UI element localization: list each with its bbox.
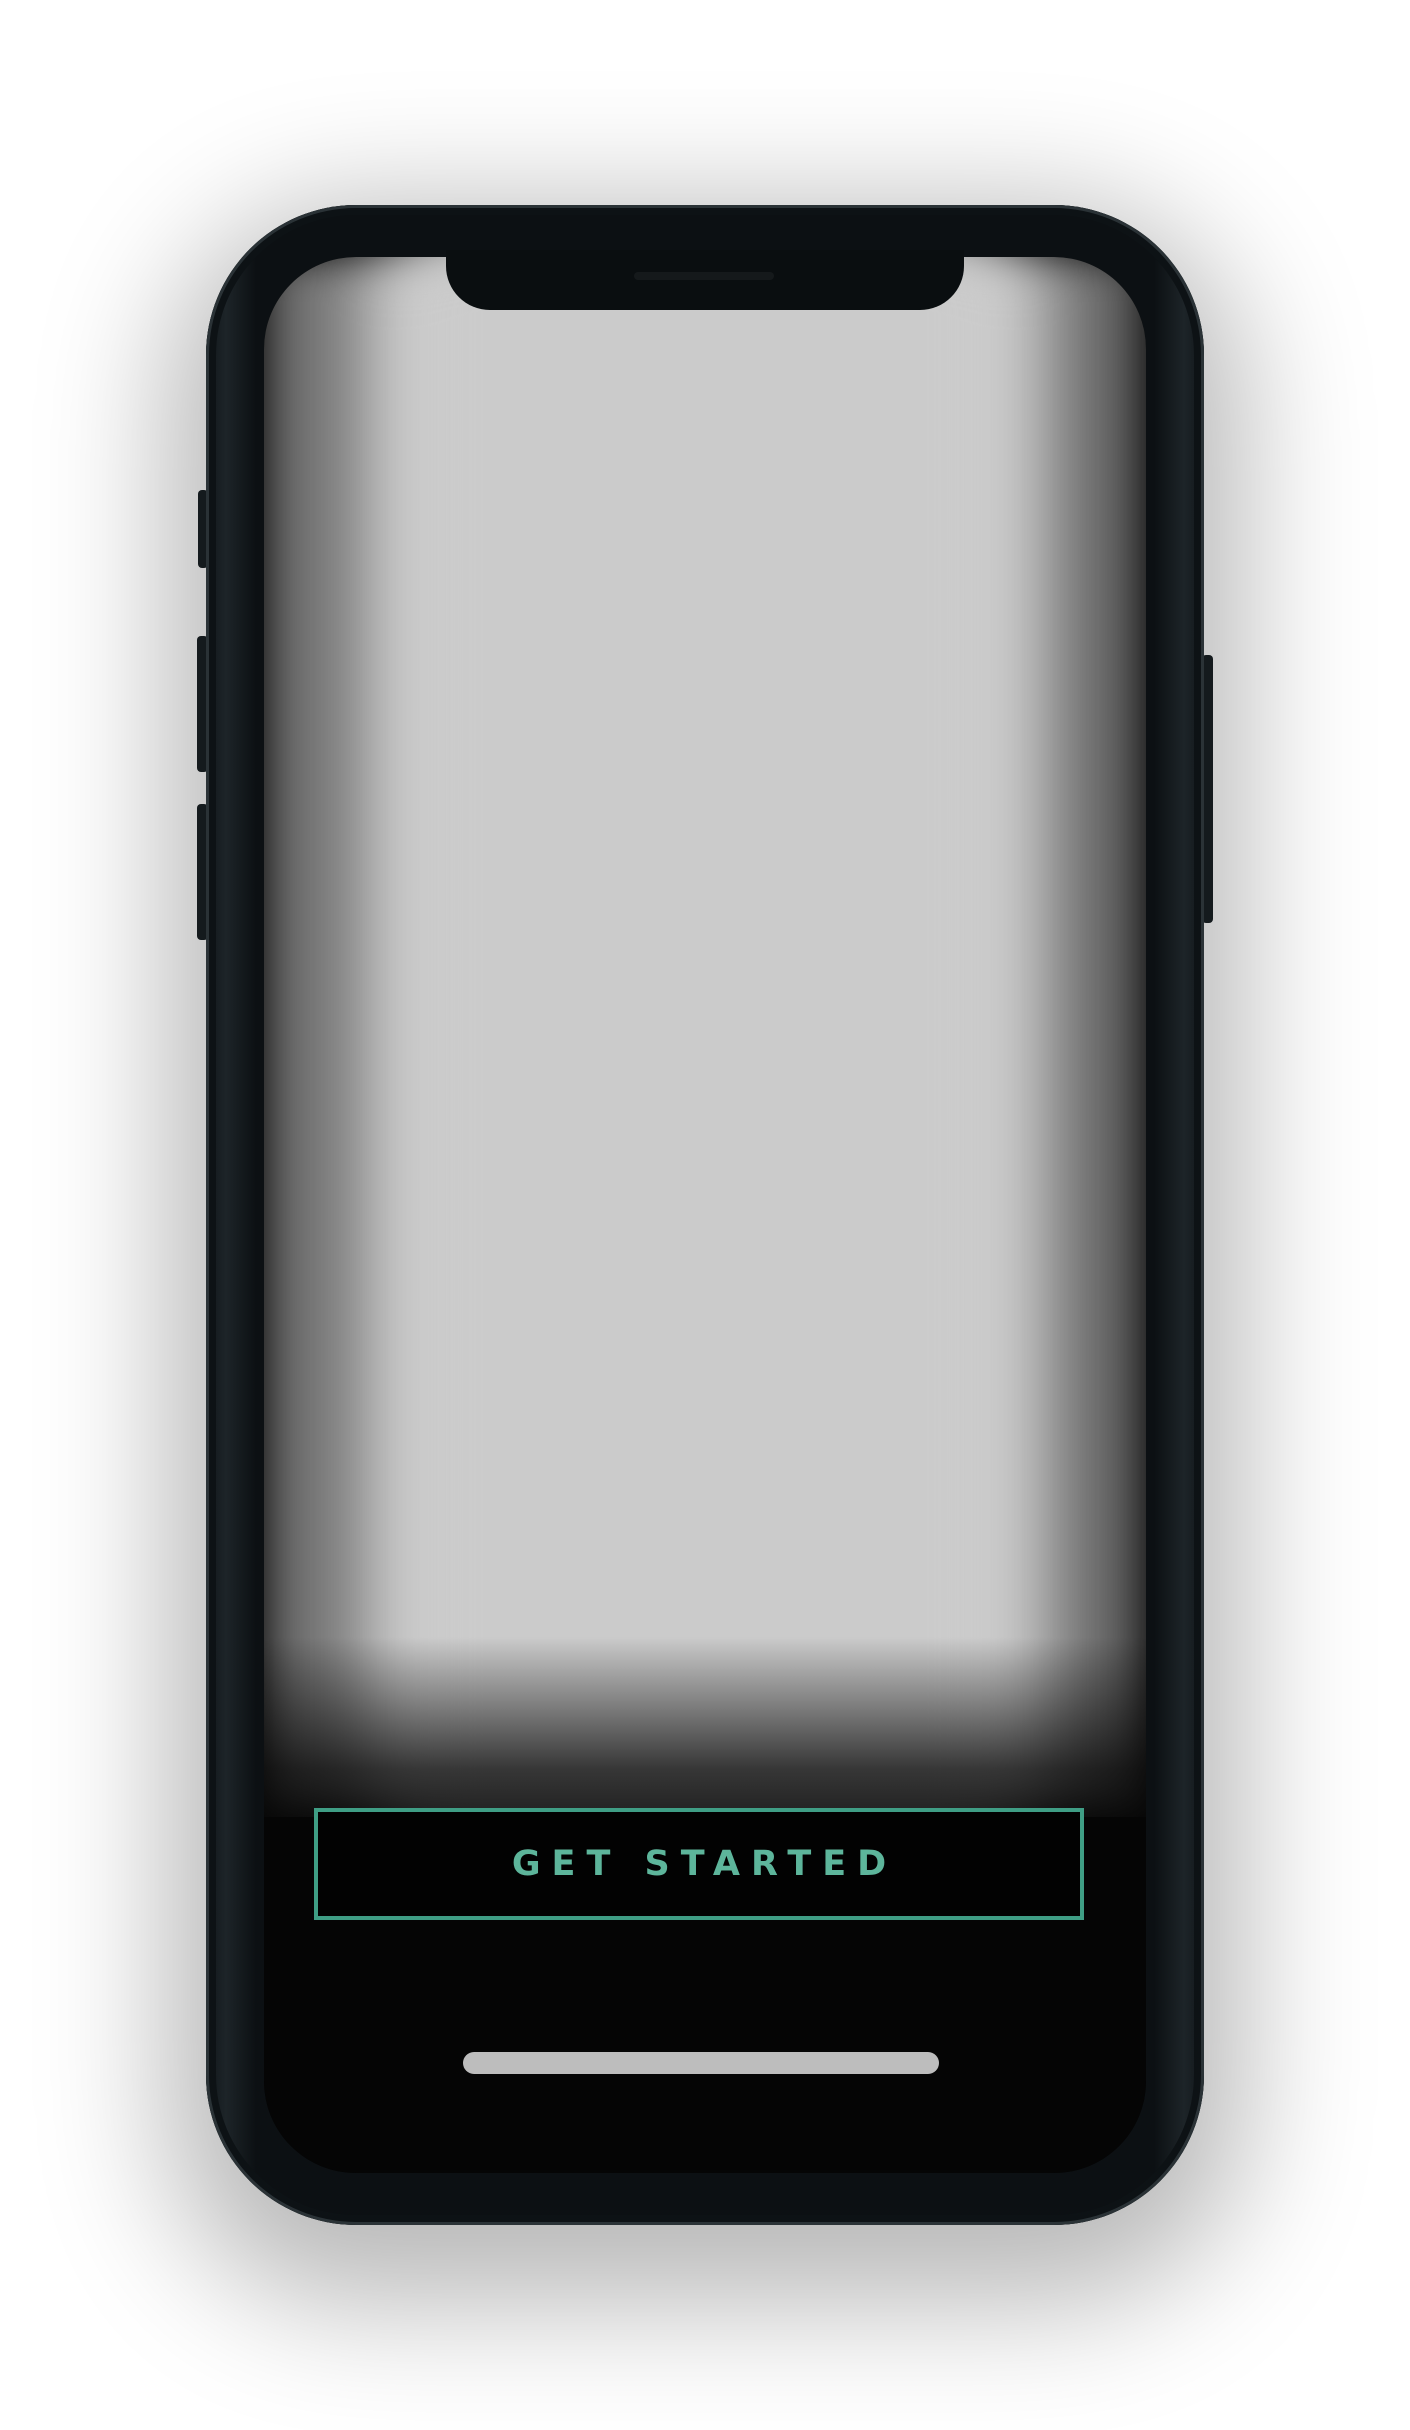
get-started-label: GET STARTED — [511, 1844, 898, 1884]
get-started-button[interactable]: GET STARTED — [314, 1808, 1084, 1920]
home-indicator[interactable] — [463, 2052, 939, 2074]
stage: GET STARTED — [0, 0, 1410, 2430]
speaker-grille — [634, 272, 774, 280]
notch — [446, 250, 964, 310]
